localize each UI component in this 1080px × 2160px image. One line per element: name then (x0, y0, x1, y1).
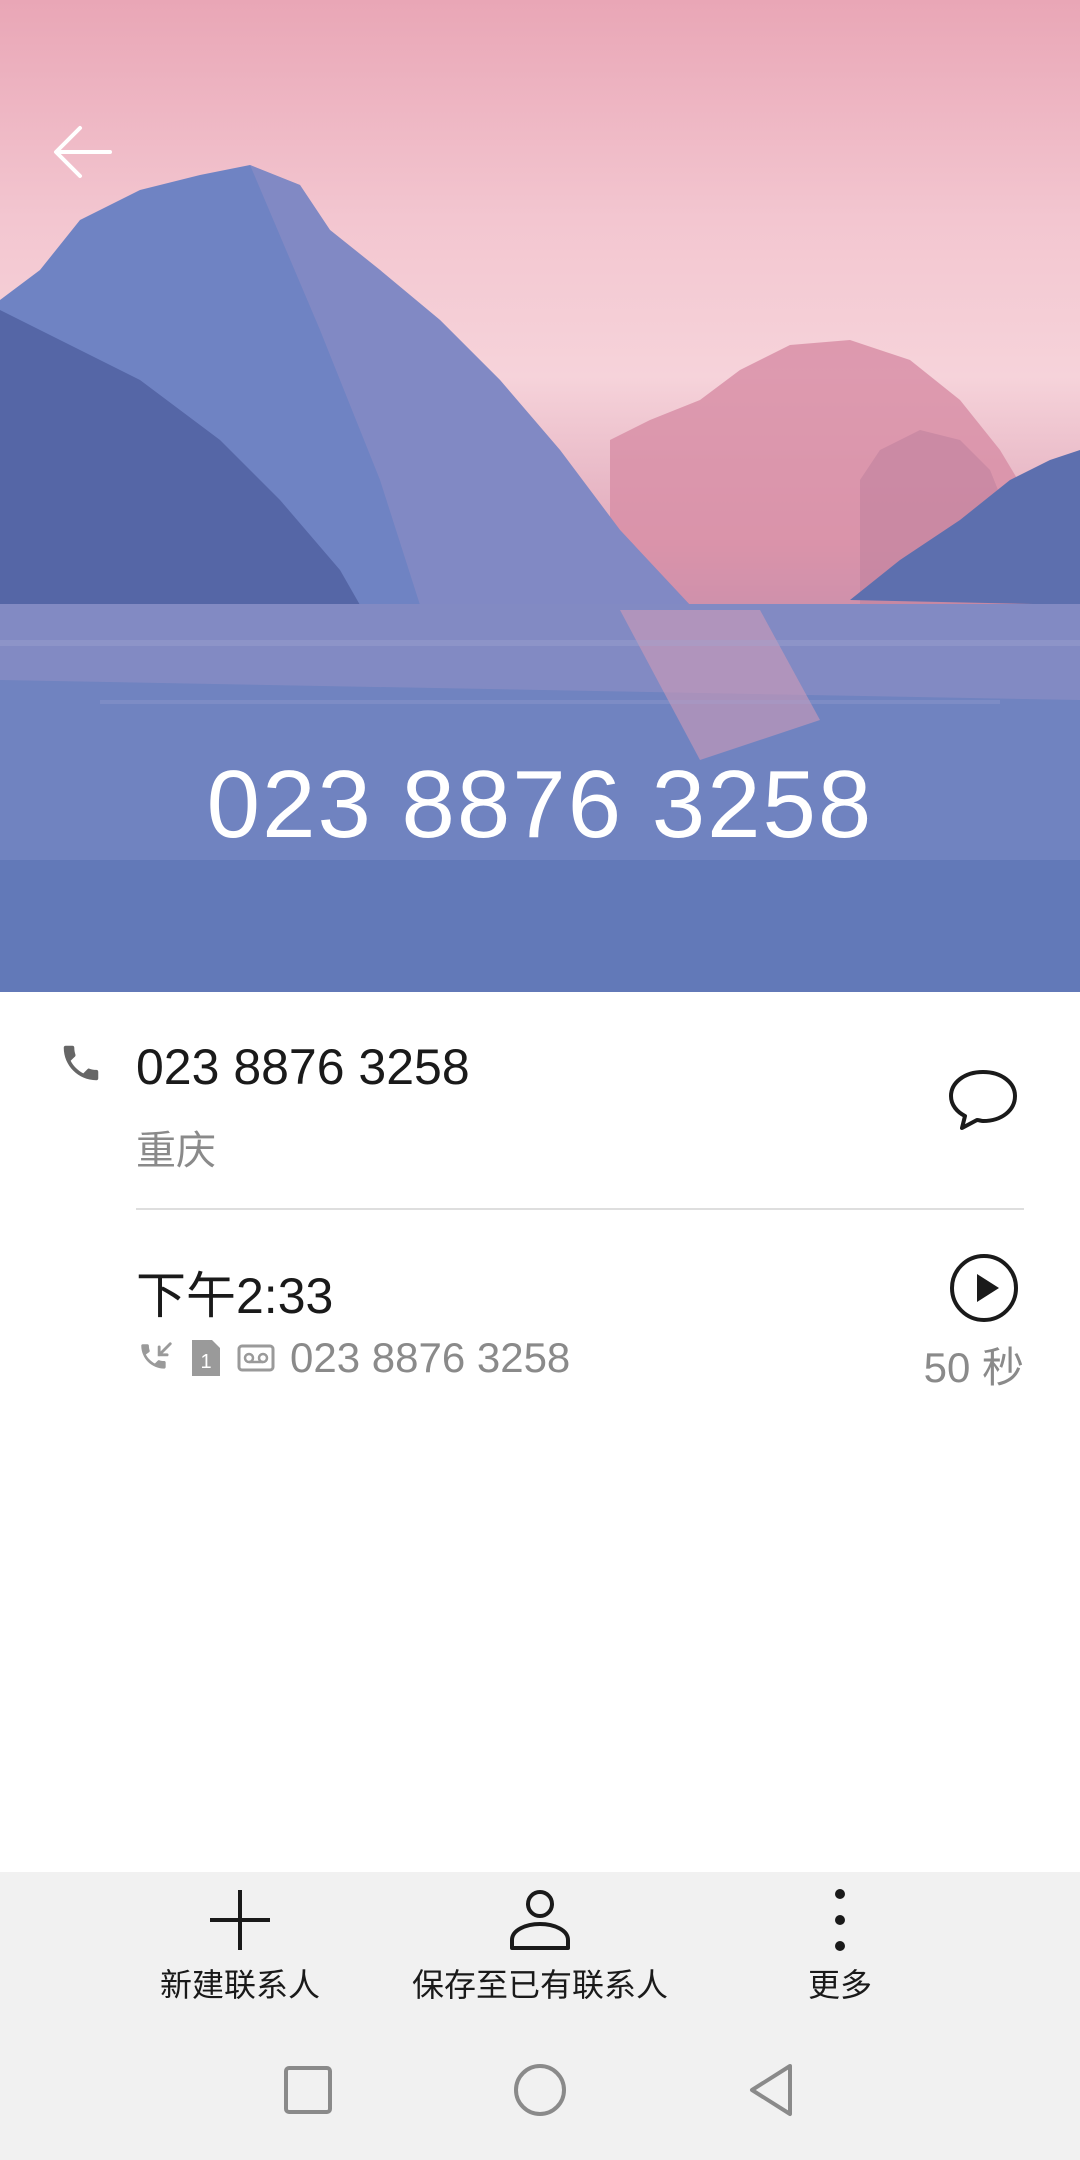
call-time: 下午2:33 (136, 1268, 334, 1324)
nav-back-button[interactable] (742, 2060, 802, 2120)
number-location: 重庆 (136, 1128, 216, 1174)
sim-1-icon: 1 (186, 1338, 226, 1378)
more-button[interactable]: 更多 (770, 1872, 910, 2020)
sim-label: 1 (200, 1351, 211, 1373)
save-to-existing-contact-button[interactable]: 保存至已有联系人 (400, 1872, 680, 2020)
new-contact-button[interactable]: 新建联系人 (140, 1872, 340, 2020)
home-button[interactable] (510, 2060, 570, 2120)
incoming-call-icon (136, 1338, 176, 1378)
call-number: 023 8876 3258 (290, 1334, 571, 1381)
phone-icon (63, 1045, 99, 1081)
save-to-existing-label: 保存至已有联系人 (411, 1966, 668, 2004)
back-button[interactable] (50, 120, 140, 210)
person-icon (500, 1876, 580, 1952)
recent-apps-button[interactable] (278, 2060, 338, 2120)
play-recording-button[interactable] (948, 1252, 1020, 1324)
more-label: 更多 (807, 1966, 872, 2004)
action-bar: 新建联系人 保存至已有联系人 更多 (0, 1872, 1080, 2020)
system-nav-bar (0, 2020, 1080, 2160)
arrow-left-icon (54, 126, 112, 178)
new-contact-label: 新建联系人 (159, 1966, 320, 2004)
call-meta: 1 023 8876 3258 (136, 1330, 570, 1386)
contact-number[interactable]: 023 8876 3258 (136, 1038, 470, 1096)
voicemail-icon (236, 1338, 276, 1378)
header-banner: 023 8876 3258 (0, 0, 1080, 992)
plus-icon (200, 1876, 280, 1952)
call-duration: 50 秒 (923, 1344, 1024, 1391)
more-vertical-icon (800, 1876, 880, 1952)
header-phone-number: 023 8876 3258 (206, 751, 874, 858)
divider (136, 1208, 1024, 1210)
send-message-button[interactable] (946, 1066, 1020, 1134)
